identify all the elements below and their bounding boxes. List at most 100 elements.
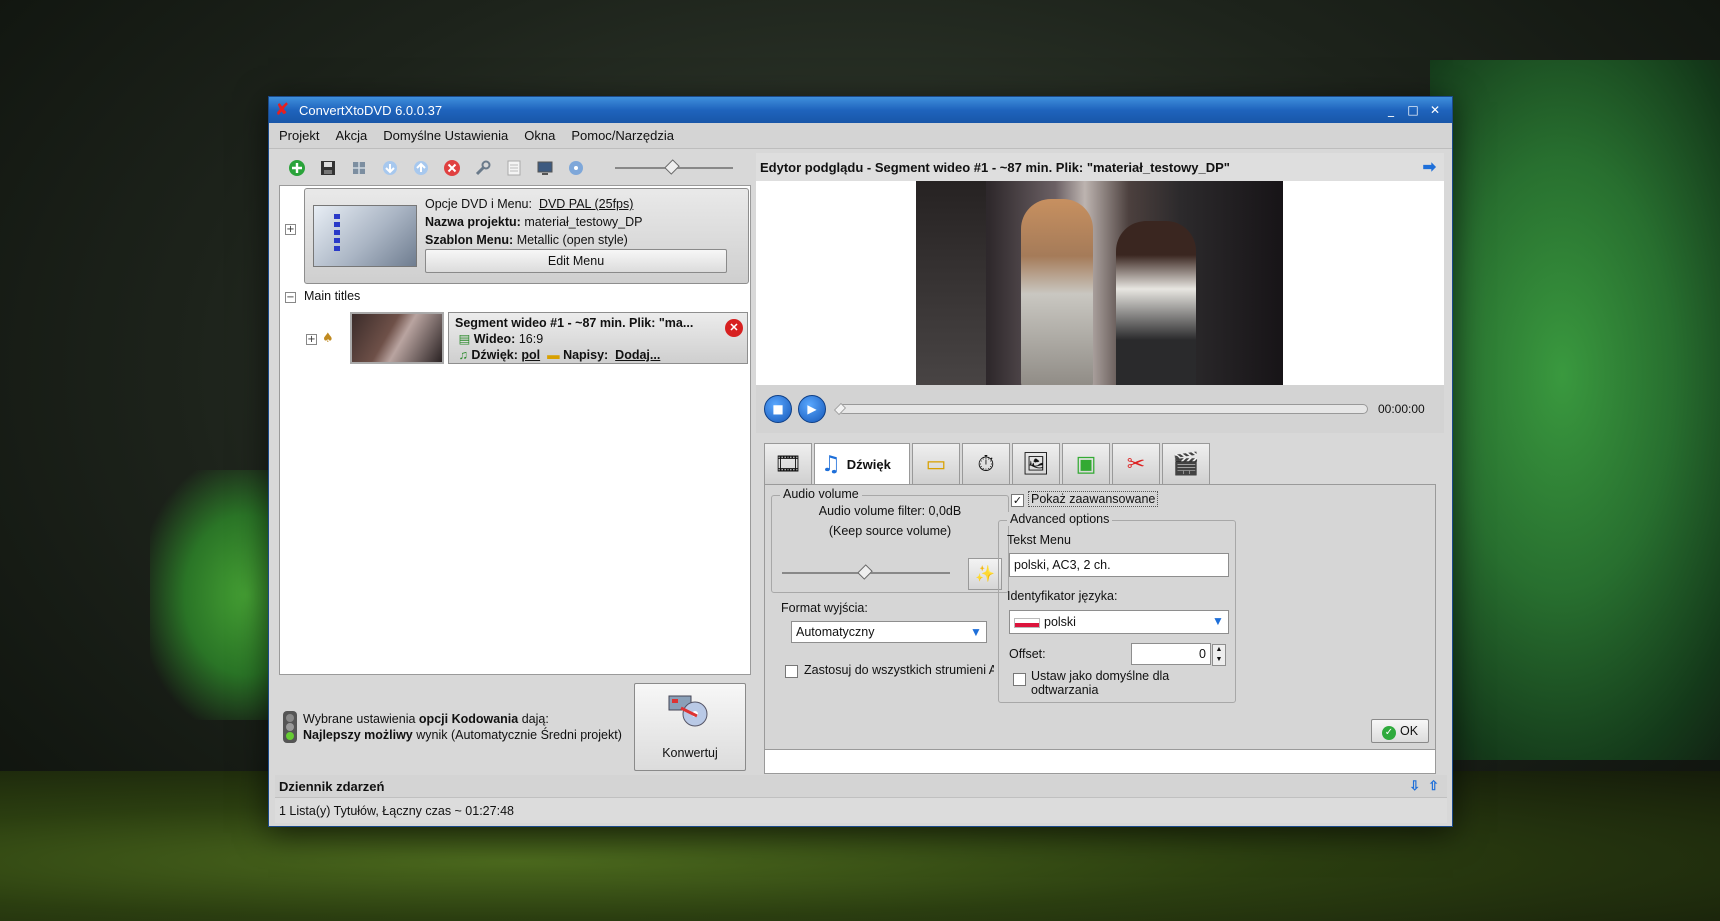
format-label: Format wyjścia:	[781, 601, 868, 615]
apply-all-checkbox[interactable]	[785, 665, 798, 678]
volume-slider-knob[interactable]	[857, 564, 873, 580]
menu-okna[interactable]: Okna	[524, 128, 555, 143]
set-default-checkbox[interactable]	[1013, 673, 1026, 686]
event-log-title: Dziennik zdarzeń	[279, 778, 385, 794]
seek-bar[interactable]	[834, 403, 1368, 415]
tab-subtitles[interactable]: ▭	[912, 443, 960, 485]
window-title: ConvertXtoDVD 6.0.0.37	[299, 102, 443, 118]
offset-value: 0	[1199, 647, 1206, 661]
playback-controls: ■ ▶ 00:00:00	[756, 385, 1444, 433]
format-select[interactable]: Automatyczny ▼	[791, 621, 987, 643]
encoding-line1-suffix: dają:	[518, 712, 549, 726]
add-icon[interactable]	[285, 156, 309, 180]
segment-info: Segment wideo #1 - ~87 min. Plik: "ma...…	[448, 312, 748, 364]
stop-button[interactable]: ■	[764, 395, 792, 423]
segment-expander[interactable]: +	[306, 334, 317, 345]
chevron-down-icon[interactable]: ▼	[1210, 613, 1226, 629]
subs-add-link[interactable]: Dodaj...	[615, 348, 660, 362]
save-icon[interactable]	[316, 156, 340, 180]
remove-segment-icon[interactable]: ✕	[725, 319, 743, 337]
audio-volume-group: Audio volume Audio volume filter: 0,0dB …	[771, 487, 1009, 593]
subtitle-icon: ▭	[925, 452, 947, 477]
time-display: 00:00:00	[1378, 402, 1425, 416]
preview-editor: Edytor podglądu - Segment wideo #1 - ~87…	[756, 153, 1444, 775]
tab-chapters[interactable]: ⏱	[962, 443, 1010, 485]
offset-spinner[interactable]: ▲ ▼	[1212, 644, 1226, 666]
menu-projekt[interactable]: Projekt	[279, 128, 319, 143]
advanced-options-group: Advanced options Tekst Menu polski, AC3,…	[998, 512, 1236, 703]
close-button[interactable]: ✕	[1424, 103, 1446, 117]
audio-icon: ♫	[458, 348, 468, 362]
menu-pomoc[interactable]: Pomoc/Narzędzia	[571, 128, 674, 143]
magic-wand-icon[interactable]: ✨	[968, 558, 1002, 590]
monitor-icon[interactable]	[533, 156, 557, 180]
tab-cut[interactable]: ✂	[1112, 443, 1160, 485]
main-titles-expander[interactable]: −	[285, 292, 296, 303]
menu-template-value: Metallic (open style)	[516, 233, 628, 247]
dvd-options-link[interactable]: DVD PAL (25fps)	[539, 197, 633, 211]
disc-icon[interactable]	[564, 156, 588, 180]
minimize-button[interactable]: _	[1380, 103, 1402, 117]
main-titles-label: Main titles	[304, 289, 361, 303]
video-label: Wideo:	[473, 332, 516, 346]
menu-text-label: Tekst Menu	[1007, 533, 1071, 547]
chevron-down-icon[interactable]: ▼	[968, 624, 984, 640]
arrow-up-icon[interactable]: ⇧	[1428, 778, 1447, 793]
convert-button[interactable]: Konwertuj	[634, 683, 746, 771]
apply-all-label[interactable]: Zastosuj do wszystkich strumieni Audio	[804, 663, 994, 677]
maximize-button[interactable]: □	[1402, 103, 1424, 117]
show-advanced-checkbox[interactable]: ✓	[1011, 494, 1024, 507]
menu-akcja[interactable]: Akcja	[335, 128, 367, 143]
lang-select[interactable]: polski ▼	[1009, 610, 1229, 634]
detach-arrow-icon[interactable]: ➡	[1423, 157, 1436, 177]
segment-title: Segment wideo #1 - ~87 min. Plik: "ma...	[455, 316, 694, 330]
project-name-value: materiał_testowy_DP	[524, 215, 643, 229]
encoding-line1-prefix: Wybrane ustawienia	[303, 712, 419, 726]
segment-item[interactable]: Segment wideo #1 - ~87 min. Plik: "ma...…	[350, 312, 748, 365]
menu-text-input[interactable]: polski, AC3, 2 ch.	[1009, 553, 1229, 577]
arrow-down-icon[interactable]: ⇩	[1409, 778, 1428, 793]
list-icon[interactable]	[502, 156, 526, 180]
project-expander[interactable]: +	[285, 224, 296, 235]
ok-button[interactable]: ✓ OK	[1371, 719, 1429, 743]
film-strip-icon: 🎬	[1172, 452, 1200, 477]
play-button[interactable]: ▶	[798, 395, 826, 423]
set-default-label[interactable]: Ustaw jako domyślne dla odtwarzania	[1031, 669, 1169, 697]
tab-crop[interactable]: ▣	[1062, 443, 1110, 485]
status-bar: 1 Lista(y) Tytułów, Łączny czas ~ 01:27:…	[275, 797, 1447, 823]
menu-domyslne-ustawienia[interactable]: Domyślne Ustawienia	[383, 128, 508, 143]
stopwatch-icon: ⏱	[977, 452, 995, 477]
settings-icon[interactable]	[347, 156, 371, 180]
tab-audio[interactable]: ♫ Dźwięk	[814, 443, 910, 485]
audio-link[interactable]: pol	[521, 348, 540, 362]
image-icon: 🖼	[1022, 452, 1050, 477]
audio-label: Dźwięk:	[471, 348, 518, 362]
tab-effects[interactable]: 🎬	[1162, 443, 1210, 485]
check-icon: ✓	[1381, 726, 1396, 740]
project-pane: + Opcje DVD i Menu: DVD PAL (25fps) Nazw…	[279, 153, 751, 773]
volume-slider[interactable]	[782, 564, 950, 580]
zoom-slider-knob[interactable]	[664, 159, 680, 175]
show-advanced-label[interactable]: Pokaż zaawansowane	[1028, 491, 1159, 507]
seek-knob[interactable]	[834, 403, 846, 415]
ok-label: OK	[1399, 724, 1419, 738]
move-down-icon[interactable]	[378, 156, 402, 180]
project-card[interactable]: Opcje DVD i Menu: DVD PAL (25fps) Nazwa …	[304, 188, 749, 284]
tools-icon[interactable]	[471, 156, 495, 180]
crop-icon: ▣	[1075, 452, 1097, 477]
edit-menu-button[interactable]: Edit Menu	[425, 249, 727, 273]
delete-icon[interactable]	[440, 156, 464, 180]
tab-video[interactable]: 🎞	[764, 443, 812, 485]
encoding-line2-suffix: wynik (Automatycznie Średni projekt)	[412, 728, 622, 742]
offset-input[interactable]: 0 ▲ ▼	[1131, 643, 1226, 666]
music-note-icon: ♫	[821, 452, 841, 477]
convert-icon	[668, 695, 708, 727]
tab-image[interactable]: 🖼	[1012, 443, 1060, 485]
encoding-line2-bold: Najlepszy możliwy	[303, 728, 413, 742]
project-toolbar	[279, 153, 751, 183]
zoom-slider[interactable]	[615, 159, 733, 175]
encoding-line1-bold[interactable]: opcji Kodowania	[419, 712, 518, 726]
title-icon: ♠	[322, 331, 334, 346]
move-up-icon[interactable]	[409, 156, 433, 180]
tab-audio-label: Dźwięk	[846, 457, 891, 472]
